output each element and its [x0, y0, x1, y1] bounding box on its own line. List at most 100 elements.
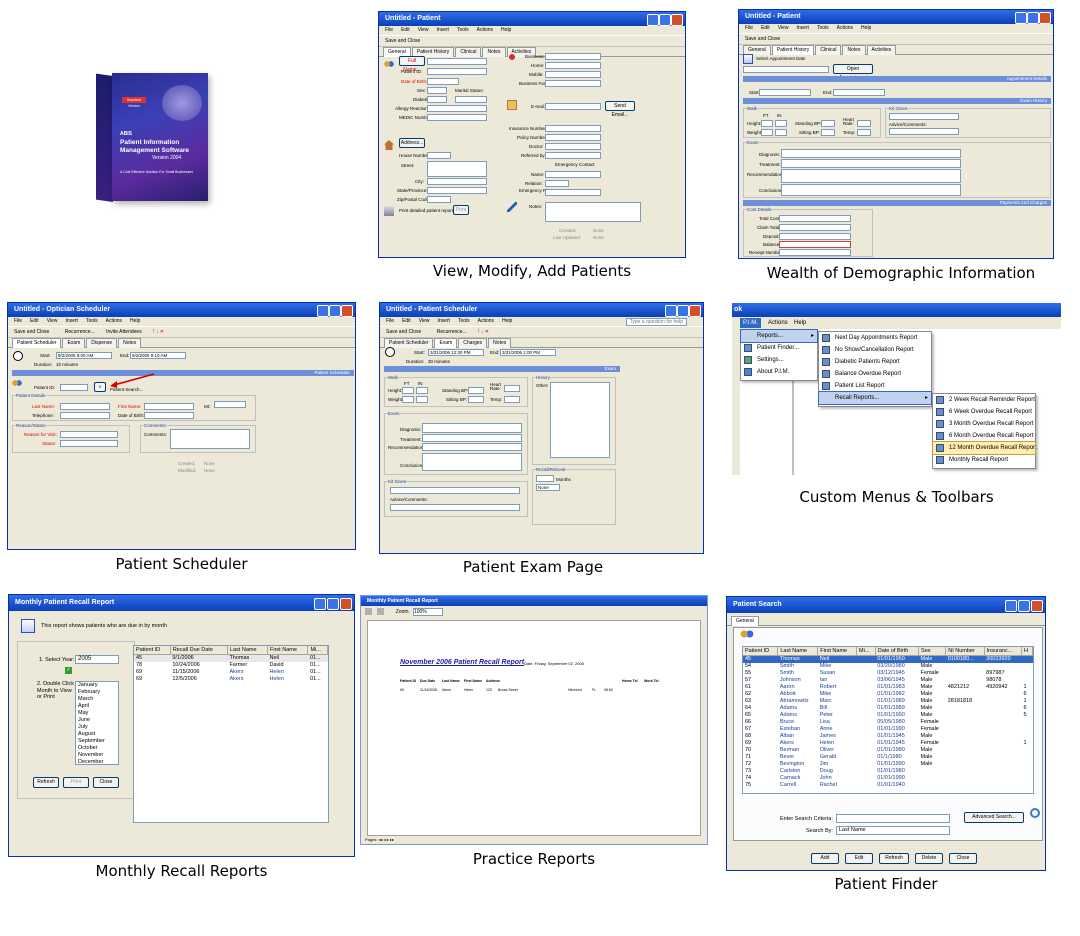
table-row[interactable]: 74 Carnack John 01/01/1990	[743, 775, 1033, 782]
start-field[interactable]: 9/2/2005 9:00 AM	[56, 352, 112, 359]
menu-file[interactable]: File	[745, 25, 753, 31]
conclusion-field[interactable]	[422, 453, 522, 471]
notes-field[interactable]	[545, 202, 641, 222]
close-icon[interactable]	[1031, 600, 1043, 612]
save-close-button[interactable]: Save and Close	[14, 329, 49, 335]
full-name-field[interactable]	[427, 58, 487, 65]
table-row[interactable]: 57 Johnson Ian 03/06/1945 Male 98078	[743, 677, 1033, 684]
mi-field[interactable]	[214, 401, 246, 408]
month-item[interactable]: November	[78, 752, 118, 759]
advice-field[interactable]	[889, 128, 959, 135]
recall-6-month[interactable]: 6 Month Overdue Recall Report	[933, 430, 1035, 442]
col-patient-id[interactable]: Patient ID	[743, 647, 779, 656]
menu-insert[interactable]: Insert	[65, 318, 78, 324]
month-item[interactable]: March	[78, 696, 118, 703]
table-row[interactable]: 54 Smith Mike 03/20/1980 Male	[743, 663, 1033, 670]
tab-dispense[interactable]: Dispense	[86, 338, 118, 348]
table-row[interactable]: 75 Carrell Rachel 01/01/1940	[743, 782, 1033, 789]
table-row[interactable]: 69 11/15/2006 Akers Helen 01...	[134, 669, 328, 676]
maximize-icon[interactable]	[327, 598, 339, 610]
menu-help[interactable]: Help	[861, 25, 871, 31]
save-close-button[interactable]: Save and Close	[745, 36, 780, 42]
close-icon[interactable]	[340, 598, 352, 610]
menu-tools[interactable]: Tools	[457, 27, 469, 33]
zip-field[interactable]	[427, 196, 451, 203]
pager-arrows-icon[interactable]: ◂◂ ◂ ▸ ▸▸	[379, 837, 394, 842]
col-mi[interactable]: Mi...	[307, 646, 328, 655]
menu-help[interactable]: Help	[502, 318, 512, 324]
comments-field[interactable]	[170, 429, 250, 449]
kit-given-field[interactable]	[889, 113, 959, 120]
referred-field[interactable]	[545, 152, 601, 159]
menu-file[interactable]: File	[14, 318, 22, 324]
tab-exam[interactable]: Exam	[62, 338, 86, 348]
menu-item-reports[interactable]: Reports... ▸	[740, 329, 818, 343]
close-icon[interactable]	[341, 305, 353, 317]
table-row[interactable]: 65 Adams Peter 01/01/1990 Male 5	[743, 712, 1033, 719]
table-row[interactable]: 70 Berman Oliver 01/01/1980 Male	[743, 747, 1033, 754]
print-button[interactable]: Print	[63, 777, 89, 788]
table-row[interactable]: 73 Carlston Doug 01/01/1980	[743, 768, 1033, 775]
marital-select[interactable]	[455, 96, 487, 103]
sitting-bp-field[interactable]	[468, 396, 484, 403]
heart-rate-field[interactable]	[504, 385, 520, 392]
first-name-field[interactable]	[144, 403, 194, 410]
table-row[interactable]: 55 Smith Susan 03/12/1945 Female 897987	[743, 670, 1033, 677]
tab-clinical[interactable]: Clinical	[815, 45, 842, 55]
help-search-input[interactable]: Type a question for help	[625, 318, 687, 326]
table-row[interactable]: 61 Aaron Robert 01/01/1983 Male 4821212 492094…	[743, 684, 1033, 691]
patient-search-icon[interactable]: ⌕	[94, 382, 106, 392]
menu-actions[interactable]: Actions	[768, 317, 788, 329]
tab-notes[interactable]: Notes	[842, 45, 866, 55]
menu-insert[interactable]: Insert	[437, 318, 450, 324]
balance-field[interactable]	[779, 241, 851, 248]
close-button[interactable]: Close	[93, 777, 119, 788]
tab-charges[interactable]: Charges	[458, 338, 488, 348]
col-first-name[interactable]: First Name	[267, 646, 309, 655]
close-icon[interactable]	[671, 14, 683, 26]
menu-item-settings[interactable]: Settings...	[741, 354, 817, 366]
claim-total-field[interactable]	[779, 224, 851, 231]
tab-notes[interactable]: Notes	[118, 338, 142, 348]
close-icon[interactable]	[689, 305, 701, 317]
search-by-select[interactable]: Last Name	[836, 826, 950, 835]
weight-ft-field[interactable]	[402, 396, 414, 403]
height-in-field[interactable]	[775, 120, 787, 127]
menu-help[interactable]: Help	[794, 317, 806, 329]
month-item[interactable]: August	[78, 731, 118, 738]
month-item[interactable]: December	[78, 759, 118, 766]
minimize-icon[interactable]	[314, 598, 326, 610]
search-criteria-input[interactable]	[836, 814, 950, 823]
end-field[interactable]: 3/31/2006 1:00 PM	[500, 349, 556, 356]
add-button[interactable]: Add	[811, 853, 839, 864]
heart-rate-field[interactable]	[857, 120, 871, 127]
weight-ft-field[interactable]	[761, 129, 773, 136]
save-close-button[interactable]: Save and Close	[385, 38, 420, 44]
table-row[interactable]: 71 Bever Gerald 01/1/1980 Male	[743, 754, 1033, 761]
height-ft-field[interactable]	[761, 120, 773, 127]
menu-help[interactable]: Help	[501, 27, 511, 33]
importance-icon[interactable]: ! ↓ ✕	[478, 329, 489, 335]
report-no-show[interactable]: No Show/Cancellation Report	[819, 344, 931, 356]
medic-field[interactable]	[427, 114, 487, 121]
col-insurance[interactable]: Insuranc...	[984, 647, 1023, 656]
telephone-field[interactable]	[60, 412, 110, 419]
report-recall[interactable]: Recall Reports... ▸	[818, 391, 932, 405]
report-patient-list[interactable]: Patient List Report	[819, 380, 931, 392]
bizfax-field[interactable]	[545, 80, 601, 87]
start-field[interactable]	[759, 89, 811, 96]
menu-insert[interactable]: Insert	[796, 25, 809, 31]
menu-edit[interactable]: Edit	[30, 318, 39, 324]
menu-actions[interactable]: Actions	[478, 318, 494, 324]
report-next-day[interactable]: Next Day Appointments Report	[819, 332, 931, 344]
month-item[interactable]: September	[78, 738, 118, 745]
tab-patient-scheduler[interactable]: Patient Scheduler	[12, 338, 62, 348]
table-row[interactable]: 45 Thomas Neil 01/01/1950 Male 0100180... 3002…	[743, 655, 1033, 663]
appointment-date-select[interactable]	[743, 66, 829, 73]
year-select[interactable]: 2005	[75, 655, 119, 664]
table-row[interactable]: 67 Esteban Anne 01/01/1990 Female	[743, 726, 1033, 733]
emergency-phone-field[interactable]	[545, 189, 601, 196]
maximize-icon[interactable]	[1018, 600, 1030, 612]
weight-in-field[interactable]	[416, 396, 428, 403]
month-item[interactable]: May	[78, 710, 118, 717]
